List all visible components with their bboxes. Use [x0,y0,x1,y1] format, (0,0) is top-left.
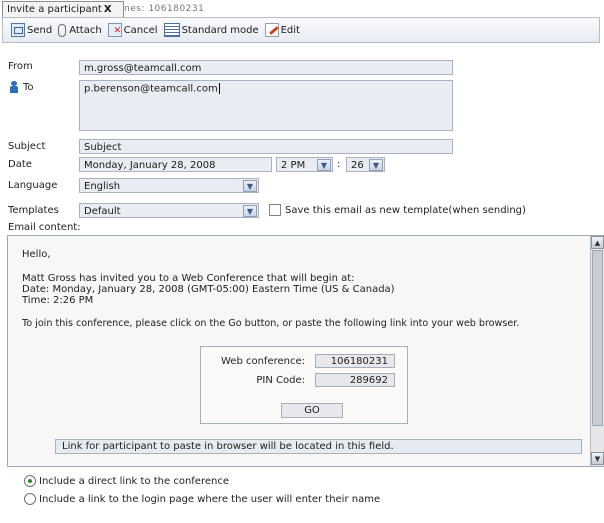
from-field[interactable]: m.gross@teamcall.com [79,60,453,75]
web-conference-label: Web conference: [220,356,305,367]
edit-button[interactable]: Edit [264,23,300,37]
direct-link-label: Include a direct link to the conference [39,476,229,487]
person-icon[interactable] [10,81,18,93]
to-label: To [23,82,34,93]
tab-invite-participant[interactable]: Invite a participant X [2,1,124,17]
from-label: From [8,61,33,72]
standard-mode-icon [163,23,180,37]
close-icon[interactable]: X [104,4,112,15]
attach-label: Attach [69,24,102,36]
standard-mode-button[interactable]: Standard mode [163,23,259,37]
standard-mode-label: Standard mode [181,24,259,36]
subject-label: Subject [8,141,46,152]
email-line: Matt Gross has invited you to a Web Conf… [22,273,355,284]
to-value: p.berenson@teamcall.com [84,83,218,95]
save-template-label: Save this email as new template(when sen… [285,205,526,216]
language-value: English [84,181,121,192]
login-link-radio[interactable] [24,493,36,505]
save-template-checkbox[interactable] [269,204,281,216]
chevron-down-icon: ▼ [317,159,331,171]
email-greeting: Hello, [22,249,51,260]
send-button[interactable]: Send [11,23,52,37]
cancel-label: Cancel [123,24,158,36]
tab-title: Invite a participant [7,4,102,15]
edit-label: Edit [280,24,300,36]
email-content-label: Email content: [8,222,81,233]
scroll-up-icon[interactable]: ▲ [591,236,604,249]
hour-value: 2 PM [281,160,306,171]
language-select[interactable]: English ▼ [79,178,259,193]
go-button[interactable]: GO [281,403,343,418]
attach-button[interactable]: Attach [58,23,102,37]
email-line: To join this conference, please click on… [22,318,520,329]
time-separator: : [337,159,341,170]
email-editor[interactable]: Hello, Matt Gross has invited you to a W… [7,235,604,467]
editor-scrollbar[interactable]: ▲ ▼ [590,236,604,466]
templates-select[interactable]: Default ▼ [79,203,259,218]
toolbar: Send Attach Cancel Standard mode Edit [2,17,600,43]
date-field[interactable]: Monday, January 28, 2008 [79,157,272,172]
email-line: Time: 2:26 PM [22,295,94,306]
hour-select[interactable]: 2 PM ▼ [276,157,333,172]
paperclip-icon [58,23,67,37]
minute-value: 26 [351,160,364,171]
minute-select[interactable]: 26 ▼ [346,157,385,172]
web-conference-value: 106180231 [315,354,395,368]
chevron-down-icon: ▼ [243,205,257,217]
language-label: Language [8,180,58,191]
conference-info-box: Web conference: 106180231 PIN Code: 2896… [200,346,408,424]
login-link-label: Include a link to the login page where t… [39,494,381,505]
chevron-down-icon: ▼ [243,180,257,192]
chevron-down-icon: ▼ [369,159,383,171]
participant-link-field[interactable]: Link for participant to paste in browser… [55,439,582,454]
date-label: Date [8,159,32,170]
text-cursor [218,83,220,94]
send-icon [11,23,25,37]
cancel-button[interactable]: Cancel [107,23,158,37]
subject-field[interactable]: Subject [79,139,453,154]
send-label: Send [27,24,53,36]
cancel-icon [107,23,122,37]
scroll-thumb[interactable] [592,250,603,426]
template-value: Default [84,206,121,217]
pin-code-label: PIN Code: [256,375,305,386]
pin-code-value: 289692 [315,373,395,387]
direct-link-radio[interactable] [24,475,36,487]
edit-icon [264,23,279,37]
scroll-down-icon[interactable]: ▼ [591,452,604,465]
to-field[interactable]: p.berenson@teamcall.com [79,80,453,131]
tab-bar: Invite a participant X nes: 106180231 [0,0,604,17]
email-line: Date: Monday, January 28, 2008 (GMT-05:0… [22,284,395,295]
tab-overflow-text: nes: 106180231 [124,4,205,14]
templates-label: Templates [8,205,59,216]
